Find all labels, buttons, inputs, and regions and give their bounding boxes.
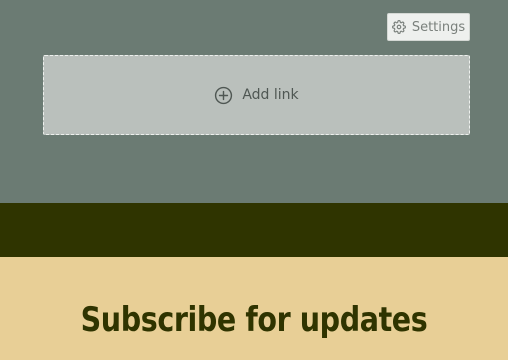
subscribe-section: Subscribe for updates xyxy=(0,257,508,360)
subscribe-heading: Subscribe for updates xyxy=(80,300,428,340)
links-section: Settings Add link xyxy=(0,0,508,203)
settings-button[interactable]: Settings xyxy=(387,13,470,41)
divider-band xyxy=(0,203,508,257)
add-link-button[interactable]: Add link xyxy=(43,55,470,135)
gear-icon xyxy=(391,20,406,34)
add-link-label: Add link xyxy=(242,87,299,103)
plus-circle-icon xyxy=(214,86,233,105)
settings-label: Settings xyxy=(411,19,466,35)
